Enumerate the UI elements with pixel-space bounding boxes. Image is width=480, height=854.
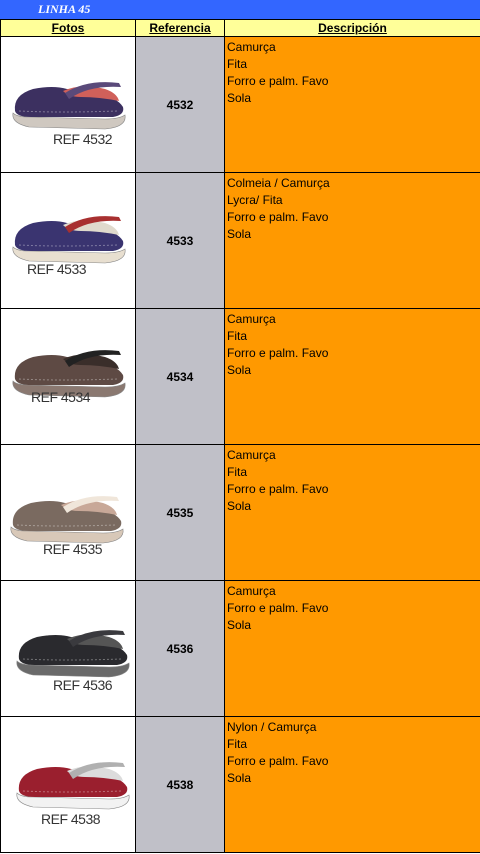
description-cell: Camurça Fita Forro e palm. Favo Sola <box>224 36 480 173</box>
description-cell: Camurça Fita Forro e palm. Favo Sola <box>224 308 480 445</box>
description-line: Fita <box>227 465 248 479</box>
reference-cell: 4533 <box>135 172 225 309</box>
reference-cell: 4532 <box>135 36 225 173</box>
description-line: Sola <box>227 91 252 105</box>
description-cell: Camurça Fita Forro e palm. Favo Sola <box>224 444 480 581</box>
description-line: Fita <box>227 329 248 343</box>
taupe-striped-slip-on-icon <box>10 496 124 544</box>
product-row: REF 4536 4536 Camurça Forro e palm. Favo Sol… <box>0 580 480 717</box>
description-line: Sola <box>227 499 252 513</box>
header-photos: Fotos <box>0 19 136 37</box>
product-table: Fotos Referencia Descripción REF 4532 453… <box>0 19 480 853</box>
description-line: Nylon / Camurça <box>227 720 317 734</box>
description-line: Forro e palm. Favo <box>227 482 329 496</box>
description-cell: Nylon / Camurça Fita Forro e palm. Favo Sol… <box>224 716 480 853</box>
product-photo-cell: REF 4535 <box>0 444 136 581</box>
photo-ref-label: REF 4532 <box>53 131 113 147</box>
description-cell: Camurça Forro e palm. Favo Sola <box>224 580 480 717</box>
product-photo-cell: REF 4538 <box>0 716 136 853</box>
product-photo-cell: REF 4536 <box>0 580 136 717</box>
line-banner: LINHA 45 <box>0 0 480 19</box>
product-photo-cell: REF 4534 <box>0 308 136 445</box>
purple-mary-jane-shoe-icon <box>12 82 126 130</box>
product-row: REF 4533 4533 Colmeia / Camurça Lycra/ Fita… <box>0 172 480 309</box>
description-cell: Colmeia / Camurça Lycra/ Fita Forro e palm… <box>224 172 480 309</box>
description-line: Forro e palm. Favo <box>227 346 329 360</box>
reference-cell: 4535 <box>135 444 225 581</box>
reference-cell: 4536 <box>135 580 225 717</box>
description-line: Camurça <box>227 584 276 598</box>
description-line: Sola <box>227 618 252 632</box>
description-line: Camurça <box>227 312 276 326</box>
description-line: Forro e palm. Favo <box>227 74 329 88</box>
navy-cross-strap-shoe-icon <box>12 216 126 264</box>
catalog-sheet: LINHA 45 Fotos Referencia Descripción RE… <box>0 0 480 854</box>
description-line: Lycra/ Fita <box>227 193 283 207</box>
product-photo-cell: REF 4533 <box>0 172 136 309</box>
description-line: Camurça <box>227 40 276 54</box>
description-line: Forro e palm. Favo <box>227 754 329 768</box>
photo-ref-label: REF 4534 <box>31 389 91 405</box>
description-line: Fita <box>227 57 248 71</box>
description-line: Sola <box>227 771 252 785</box>
black-mary-jane-shoe-icon <box>16 630 130 678</box>
photo-ref-label: REF 4538 <box>41 811 101 827</box>
reference-cell: 4534 <box>135 308 225 445</box>
product-row: REF 4534 4534 Camurça Fita Forro e palm. Fav… <box>0 308 480 445</box>
header-description: Descripción <box>224 19 480 37</box>
description-line: Forro e palm. Favo <box>227 210 329 224</box>
description-line: Camurça <box>227 448 276 462</box>
description-line: Fita <box>227 737 248 751</box>
reference-cell: 4538 <box>135 716 225 853</box>
product-row: REF 4535 4535 Camurça Fita Forro e palm. Fav… <box>0 444 480 581</box>
brown-mary-jane-shoe-icon <box>12 350 126 398</box>
description-line: Sola <box>227 227 252 241</box>
product-row: REF 4538 4538 Nylon / Camurça Fita Forro e p… <box>0 716 480 853</box>
red-mesh-mary-jane-icon <box>16 762 130 810</box>
photo-ref-label: REF 4536 <box>53 677 113 693</box>
photo-ref-label: REF 4533 <box>27 261 87 277</box>
photo-ref-label: REF 4535 <box>43 541 103 557</box>
header-row: Fotos Referencia Descripción <box>0 19 480 37</box>
product-photo-cell: REF 4532 <box>0 36 136 173</box>
description-line: Forro e palm. Favo <box>227 601 329 615</box>
product-row: REF 4532 4532 Camurça Fita Forro e palm. Fav… <box>0 36 480 173</box>
line-title: LINHA 45 <box>38 2 91 16</box>
description-line: Sola <box>227 363 252 377</box>
header-reference: Referencia <box>135 19 225 37</box>
description-line: Colmeia / Camurça <box>227 176 330 190</box>
